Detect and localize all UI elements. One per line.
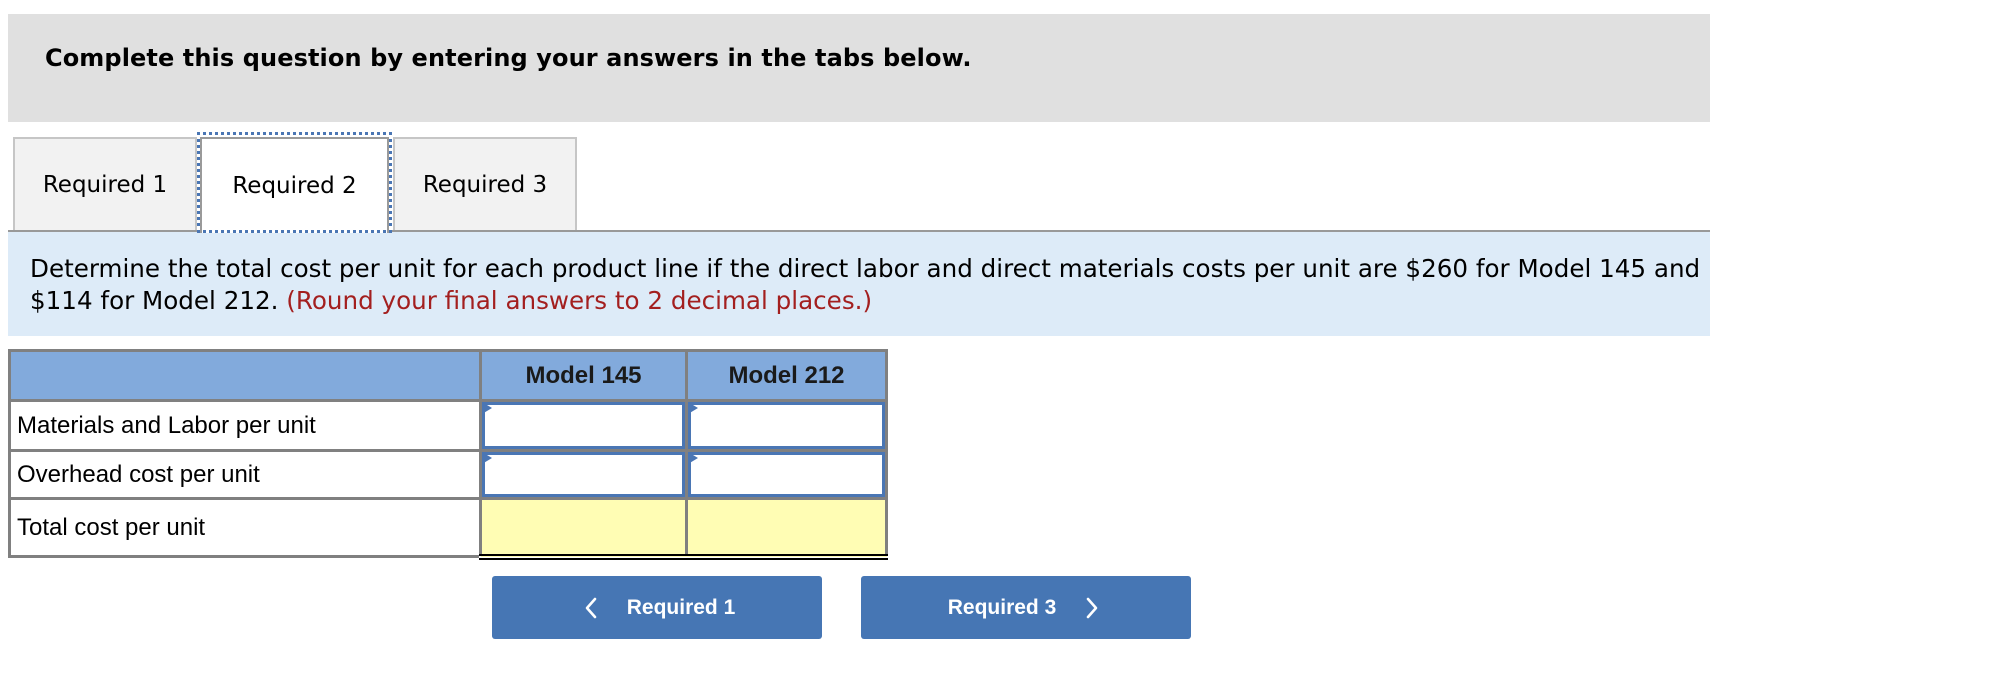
input-materials-labor-model-145[interactable] bbox=[482, 402, 685, 449]
input-marker-icon bbox=[482, 402, 492, 414]
input-marker-icon bbox=[688, 452, 698, 464]
instruction-text: Determine the total cost per unit for ea… bbox=[30, 253, 1702, 317]
chevron-right-icon bbox=[1078, 595, 1104, 621]
row-label-overhead: Overhead cost per unit bbox=[8, 449, 482, 500]
input-marker-icon bbox=[688, 402, 698, 414]
total-cost-model-212 bbox=[685, 497, 888, 560]
chevron-left-icon bbox=[579, 595, 605, 621]
table-header-row: Model 145 Model 212 bbox=[8, 349, 888, 402]
next-button-label: Required 3 bbox=[947, 595, 1057, 619]
prev-required-1-button[interactable]: Required 1 bbox=[492, 576, 822, 639]
answer-table: Model 145 Model 212 Materials and Labor … bbox=[8, 349, 888, 560]
input-overhead-model-212[interactable] bbox=[688, 452, 885, 497]
rounding-note: (Round your final answers to 2 decimal p… bbox=[286, 286, 873, 315]
column-header-blank bbox=[8, 349, 482, 402]
total-cost-model-145 bbox=[479, 497, 688, 560]
row-label-total-cost: Total cost per unit bbox=[8, 497, 482, 558]
tab-required-3[interactable]: Required 3 bbox=[393, 137, 577, 230]
tab-required-2[interactable]: Required 2 bbox=[200, 137, 389, 233]
next-required-3-button[interactable]: Required 3 bbox=[861, 576, 1191, 639]
tab-required-1[interactable]: Required 1 bbox=[13, 137, 197, 230]
cell-materials-labor-model-212[interactable] bbox=[685, 399, 888, 452]
table-row: Overhead cost per unit bbox=[8, 449, 888, 500]
instruction-panel: Determine the total cost per unit for ea… bbox=[8, 232, 1710, 336]
table-row: Materials and Labor per unit bbox=[8, 399, 888, 452]
table-row: Total cost per unit bbox=[8, 497, 888, 560]
row-label-materials-labor: Materials and Labor per unit bbox=[8, 399, 482, 452]
input-overhead-model-145[interactable] bbox=[482, 452, 685, 497]
question-header: Complete this question by entering your … bbox=[8, 14, 1710, 122]
tab-label: Required 3 bbox=[422, 171, 548, 198]
prev-button-label: Required 1 bbox=[626, 595, 736, 619]
column-header-model-145: Model 145 bbox=[479, 349, 688, 402]
input-materials-labor-model-212[interactable] bbox=[688, 402, 885, 449]
input-marker-icon bbox=[482, 452, 492, 464]
header-title: Complete this question by entering your … bbox=[45, 44, 972, 72]
tab-label: Required 2 bbox=[232, 173, 357, 199]
tab-label: Required 1 bbox=[42, 171, 168, 198]
cell-overhead-model-145[interactable] bbox=[479, 449, 688, 500]
column-header-model-212: Model 212 bbox=[685, 349, 888, 402]
cell-materials-labor-model-145[interactable] bbox=[479, 399, 688, 452]
cell-overhead-model-212[interactable] bbox=[685, 449, 888, 500]
